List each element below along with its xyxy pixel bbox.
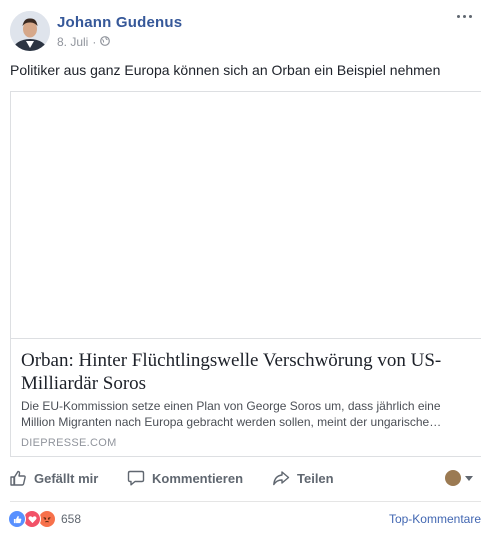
post-header: Johann Gudenus 8. Juli · bbox=[10, 11, 473, 55]
post-action-bar: Gefällt mir Kommentieren Teilen bbox=[0, 462, 481, 494]
link-description: Die EU-Kommission setze einen Plan von G… bbox=[21, 399, 442, 429]
page-avatar bbox=[445, 470, 461, 486]
section-divider bbox=[10, 501, 481, 502]
meta-separator: · bbox=[92, 35, 97, 49]
post-date[interactable]: 8. Juli bbox=[57, 35, 88, 49]
share-label: Teilen bbox=[297, 470, 334, 486]
comment-button[interactable]: Kommentieren bbox=[127, 462, 243, 494]
like-label: Gefällt mir bbox=[34, 470, 99, 486]
comment-icon bbox=[127, 470, 145, 486]
comment-sort-dropdown[interactable]: Top-Kommentare bbox=[389, 512, 481, 526]
reaction-summary[interactable]: 658 bbox=[8, 510, 81, 528]
comment-label: Kommentieren bbox=[152, 470, 244, 486]
author-name-link[interactable]: Johann Gudenus bbox=[57, 14, 182, 31]
chevron-down-icon bbox=[465, 475, 473, 481]
author-avatar[interactable] bbox=[10, 11, 50, 51]
link-preview-image[interactable] bbox=[11, 92, 481, 339]
post-text: Politiker aus ganz Europa können sich an… bbox=[10, 62, 441, 78]
link-preview-card[interactable]: Orban: Hinter Flüchtlingswelle Verschwör… bbox=[10, 91, 481, 457]
thumbs-up-icon bbox=[10, 470, 26, 486]
share-button[interactable]: Teilen bbox=[272, 462, 334, 494]
globe-icon bbox=[100, 35, 111, 49]
like-button[interactable]: Gefällt mir bbox=[9, 462, 98, 494]
more-options-icon[interactable] bbox=[457, 15, 473, 23]
post-meta: 8. Juli · bbox=[57, 35, 111, 49]
link-source-domain: DIEPRESSE.COM bbox=[21, 437, 117, 449]
link-title[interactable]: Orban: Hinter Flüchtlingswelle Verschwör… bbox=[21, 349, 471, 395]
like-reaction-icon bbox=[8, 510, 26, 528]
post-as-selector[interactable] bbox=[445, 470, 473, 486]
reaction-count[interactable]: 658 bbox=[61, 512, 81, 526]
share-icon bbox=[273, 471, 290, 486]
